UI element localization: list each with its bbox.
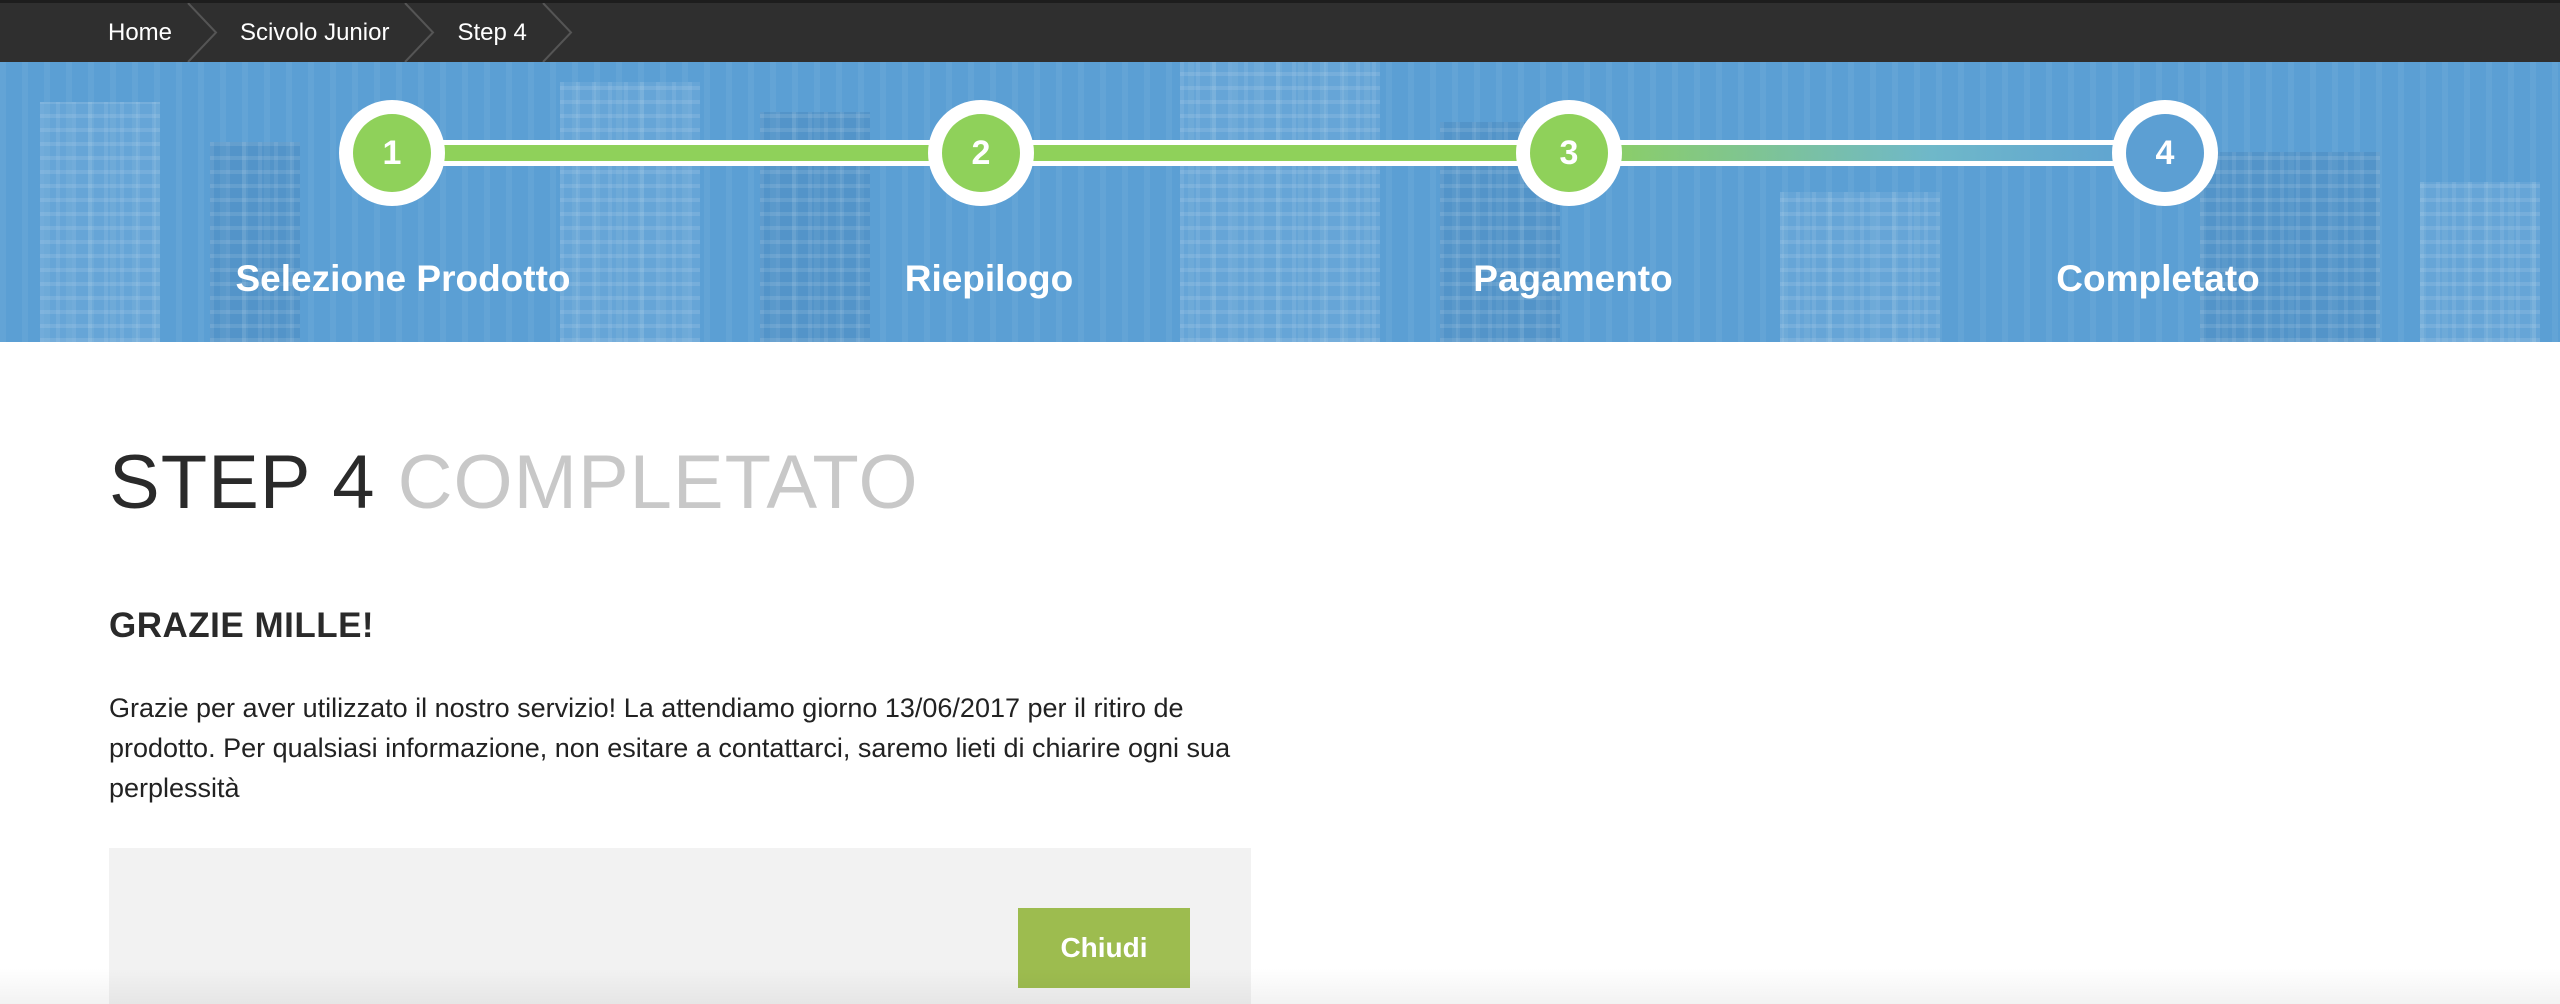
step-number: 1: [353, 114, 431, 192]
breadcrumb-home[interactable]: Home: [108, 3, 240, 62]
step-3-indicator[interactable]: 3: [1516, 100, 1622, 206]
step-number: 3: [1530, 114, 1608, 192]
wizard-steps-band: 1 2 3 4 Selezione Prodotto Riepilogo Pag…: [0, 62, 2560, 342]
skyline-decoration: [2200, 152, 2380, 342]
breadcrumb-scivolo-junior[interactable]: Scivolo Junior: [240, 3, 457, 62]
page-title-step: STEP 4: [109, 440, 376, 525]
step-4-label: Completato: [2056, 258, 2260, 299]
step-number: 2: [942, 114, 1020, 192]
skyline-decoration: [210, 142, 300, 342]
progress-track-last: [1568, 145, 2172, 161]
page-title: STEP 4 COMPLETATO: [109, 438, 919, 528]
breadcrumb-step-4[interactable]: Step 4: [457, 3, 594, 62]
skyline-decoration: [1180, 62, 1380, 342]
step-number: 4: [2126, 114, 2204, 192]
chevron-right-icon: [403, 3, 435, 62]
breadcrumb-bar: Home Scivolo Junior Step 4: [0, 0, 2560, 62]
page-title-status: COMPLETATO: [397, 440, 919, 525]
close-button[interactable]: Chiudi: [1018, 908, 1190, 988]
step-1-label: Selezione Prodotto: [235, 258, 571, 299]
breadcrumb: Home Scivolo Junior Step 4: [108, 3, 595, 62]
step-1-indicator[interactable]: 1: [339, 100, 445, 206]
confirmation-message: Grazie per aver utilizzato il nostro ser…: [109, 693, 1231, 803]
step-4-indicator: 4: [2112, 100, 2218, 206]
step-3-label: Pagamento: [1473, 258, 1673, 299]
breadcrumb-label: Step 4: [457, 18, 527, 46]
breadcrumb-label: Home: [108, 18, 173, 46]
skyline-decoration: [2420, 182, 2540, 342]
skyline-decoration: [560, 82, 700, 342]
breadcrumb-label: Scivolo Junior: [240, 18, 390, 46]
step-2-indicator[interactable]: 2: [928, 100, 1034, 206]
skyline-decoration: [1780, 192, 1940, 342]
thank-you-heading: GRAZIE MILLE!: [109, 606, 375, 645]
skyline-decoration: [40, 102, 160, 342]
chevron-right-icon: [186, 3, 218, 62]
step-2-label: Riepilogo: [904, 258, 1074, 299]
chevron-right-icon: [541, 3, 573, 62]
